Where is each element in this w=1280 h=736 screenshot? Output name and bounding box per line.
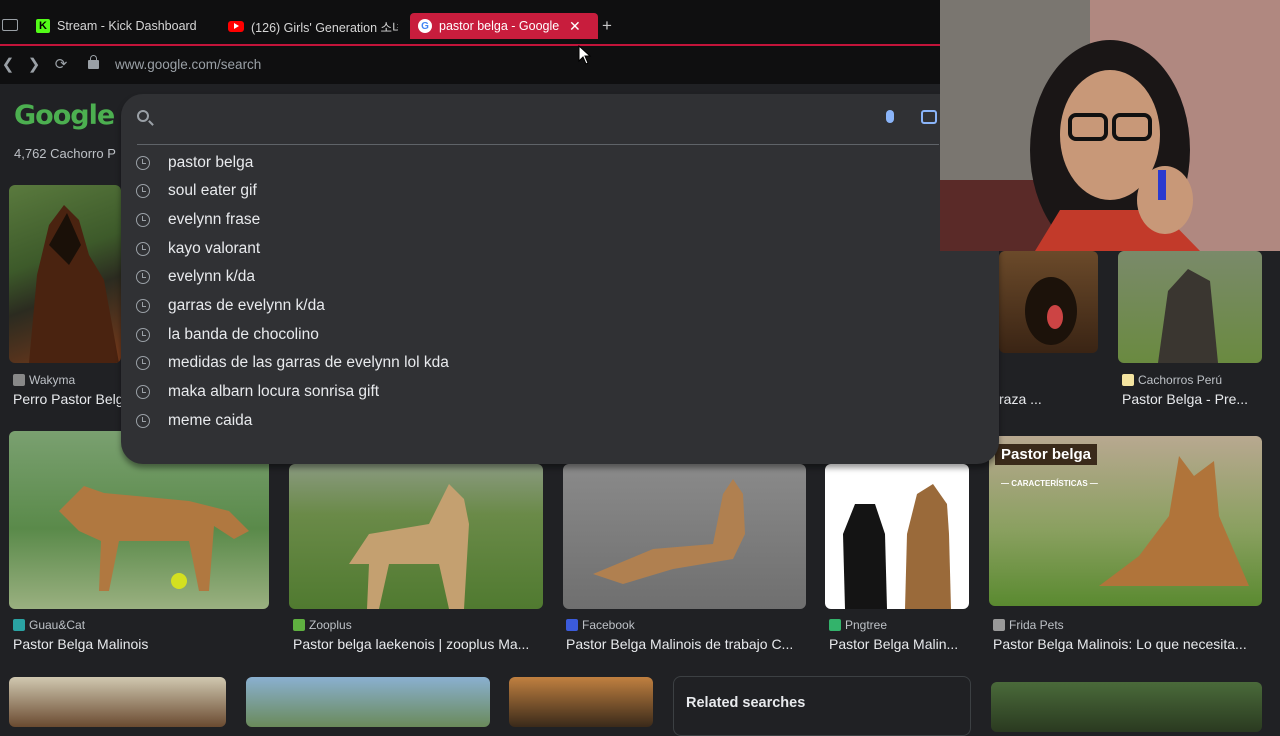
site-icon (293, 619, 305, 631)
result-caption[interactable]: Perro Pastor Belga (13, 391, 121, 407)
result-source: Wakyma (13, 373, 75, 387)
suggestion-item[interactable]: kayo valorant (136, 238, 260, 260)
history-icon (136, 270, 150, 284)
result-image[interactable] (289, 464, 543, 609)
result-caption[interactable]: raza ... (999, 391, 1099, 407)
search-dropdown: pastor belga soul eater gif evelynn fras… (121, 94, 999, 464)
search-input[interactable] (165, 104, 865, 132)
tab-label: pastor belga - Google Search (439, 19, 561, 33)
url-field[interactable]: www.google.com/search (115, 57, 261, 72)
suggestion-item[interactable]: pastor belga (136, 152, 253, 174)
history-icon (136, 242, 150, 256)
site-icon (993, 619, 1005, 631)
history-icon (136, 385, 150, 399)
camera-search-icon[interactable] (921, 110, 937, 124)
search-icon-handle (148, 120, 154, 126)
webcam-overlay (940, 0, 1280, 251)
suggestion-item[interactable]: maka albarn locura sonrisa gift (136, 381, 379, 403)
results-count: 4,762 Cachorro P (14, 146, 116, 161)
google-logo[interactable]: Google (14, 100, 115, 131)
suggestion-item[interactable]: garras de evelynn k/da (136, 295, 325, 317)
result-caption[interactable]: Pastor Belga Malinois (13, 636, 268, 652)
site-icon (566, 619, 578, 631)
suggestion-item[interactable]: medidas de las garras de evelynn lol kda (136, 352, 449, 374)
back-icon[interactable]: ❮ (0, 56, 16, 73)
result-image[interactable] (1118, 251, 1262, 363)
tab-kick[interactable]: K Stream - Kick Dashboard (36, 13, 216, 39)
site-icon (13, 619, 25, 631)
tab-google[interactable]: G pastor belga - Google Search ✕ (410, 13, 598, 39)
history-icon (136, 184, 150, 198)
suggestion-item[interactable]: la banda de chocolino (136, 324, 319, 346)
lock-icon (88, 55, 99, 69)
reload-icon[interactable]: ⟳ (53, 56, 69, 73)
forward-icon[interactable]: ❯ (26, 56, 42, 73)
close-tab-icon[interactable]: ✕ (569, 18, 581, 35)
result-source: Facebook (566, 618, 635, 632)
site-icon (1122, 374, 1134, 386)
divider (137, 144, 939, 145)
youtube-icon (228, 20, 244, 32)
result-caption[interactable]: Pastor Belga Malinois: Lo que necesita..… (993, 636, 1255, 652)
related-searches: Related searches (673, 676, 971, 736)
result-image[interactable]: Pastor belga — CARACTERÍSTICAS — (989, 436, 1262, 606)
result-caption[interactable]: Pastor Belga - Pre... (1122, 391, 1262, 407)
result-image[interactable] (825, 464, 969, 609)
site-icon (13, 374, 25, 386)
related-searches-title: Related searches (686, 695, 806, 711)
result-image[interactable] (999, 251, 1098, 353)
result-image[interactable] (991, 682, 1262, 732)
suggestion-item[interactable]: meme caida (136, 410, 252, 432)
result-source: Frida Pets (993, 618, 1064, 632)
tab-search-icon[interactable] (2, 19, 18, 31)
history-icon (136, 213, 150, 227)
result-source: Guau&Cat (13, 618, 85, 632)
kick-icon: K (36, 19, 50, 33)
suggestion-item[interactable]: evelynn k/da (136, 266, 255, 288)
result-image[interactable] (563, 464, 806, 609)
result-source: Zooplus (293, 618, 352, 632)
google-icon: G (418, 19, 432, 33)
history-icon (136, 156, 150, 170)
tab-label: Stream - Kick Dashboard (57, 19, 197, 33)
suggestion-item[interactable]: soul eater gif (136, 180, 257, 202)
suggestion-item[interactable]: evelynn frase (136, 209, 260, 231)
history-icon (136, 414, 150, 428)
new-tab-button[interactable]: + (602, 16, 612, 36)
mouse-cursor (578, 44, 592, 70)
result-caption[interactable]: Pastor Belga Malin... (829, 636, 969, 652)
site-icon (829, 619, 841, 631)
result-caption[interactable]: Pastor belga laekenois | zooplus Ma... (293, 636, 543, 652)
history-icon (136, 299, 150, 313)
history-icon (136, 328, 150, 342)
tab-youtube[interactable]: (126) Girls' Generation 소녀시대 (228, 13, 398, 39)
history-icon (136, 356, 150, 370)
search-icon (137, 110, 149, 122)
microphone-icon[interactable] (886, 110, 894, 123)
result-caption[interactable]: Pastor Belga Malinois de trabajo C... (566, 636, 806, 652)
result-source: Pngtree (829, 618, 887, 632)
result-source: Cachorros Perú (1122, 373, 1222, 387)
result-image[interactable] (9, 185, 121, 363)
tab-label: (126) Girls' Generation 소녀시대 (251, 20, 398, 35)
